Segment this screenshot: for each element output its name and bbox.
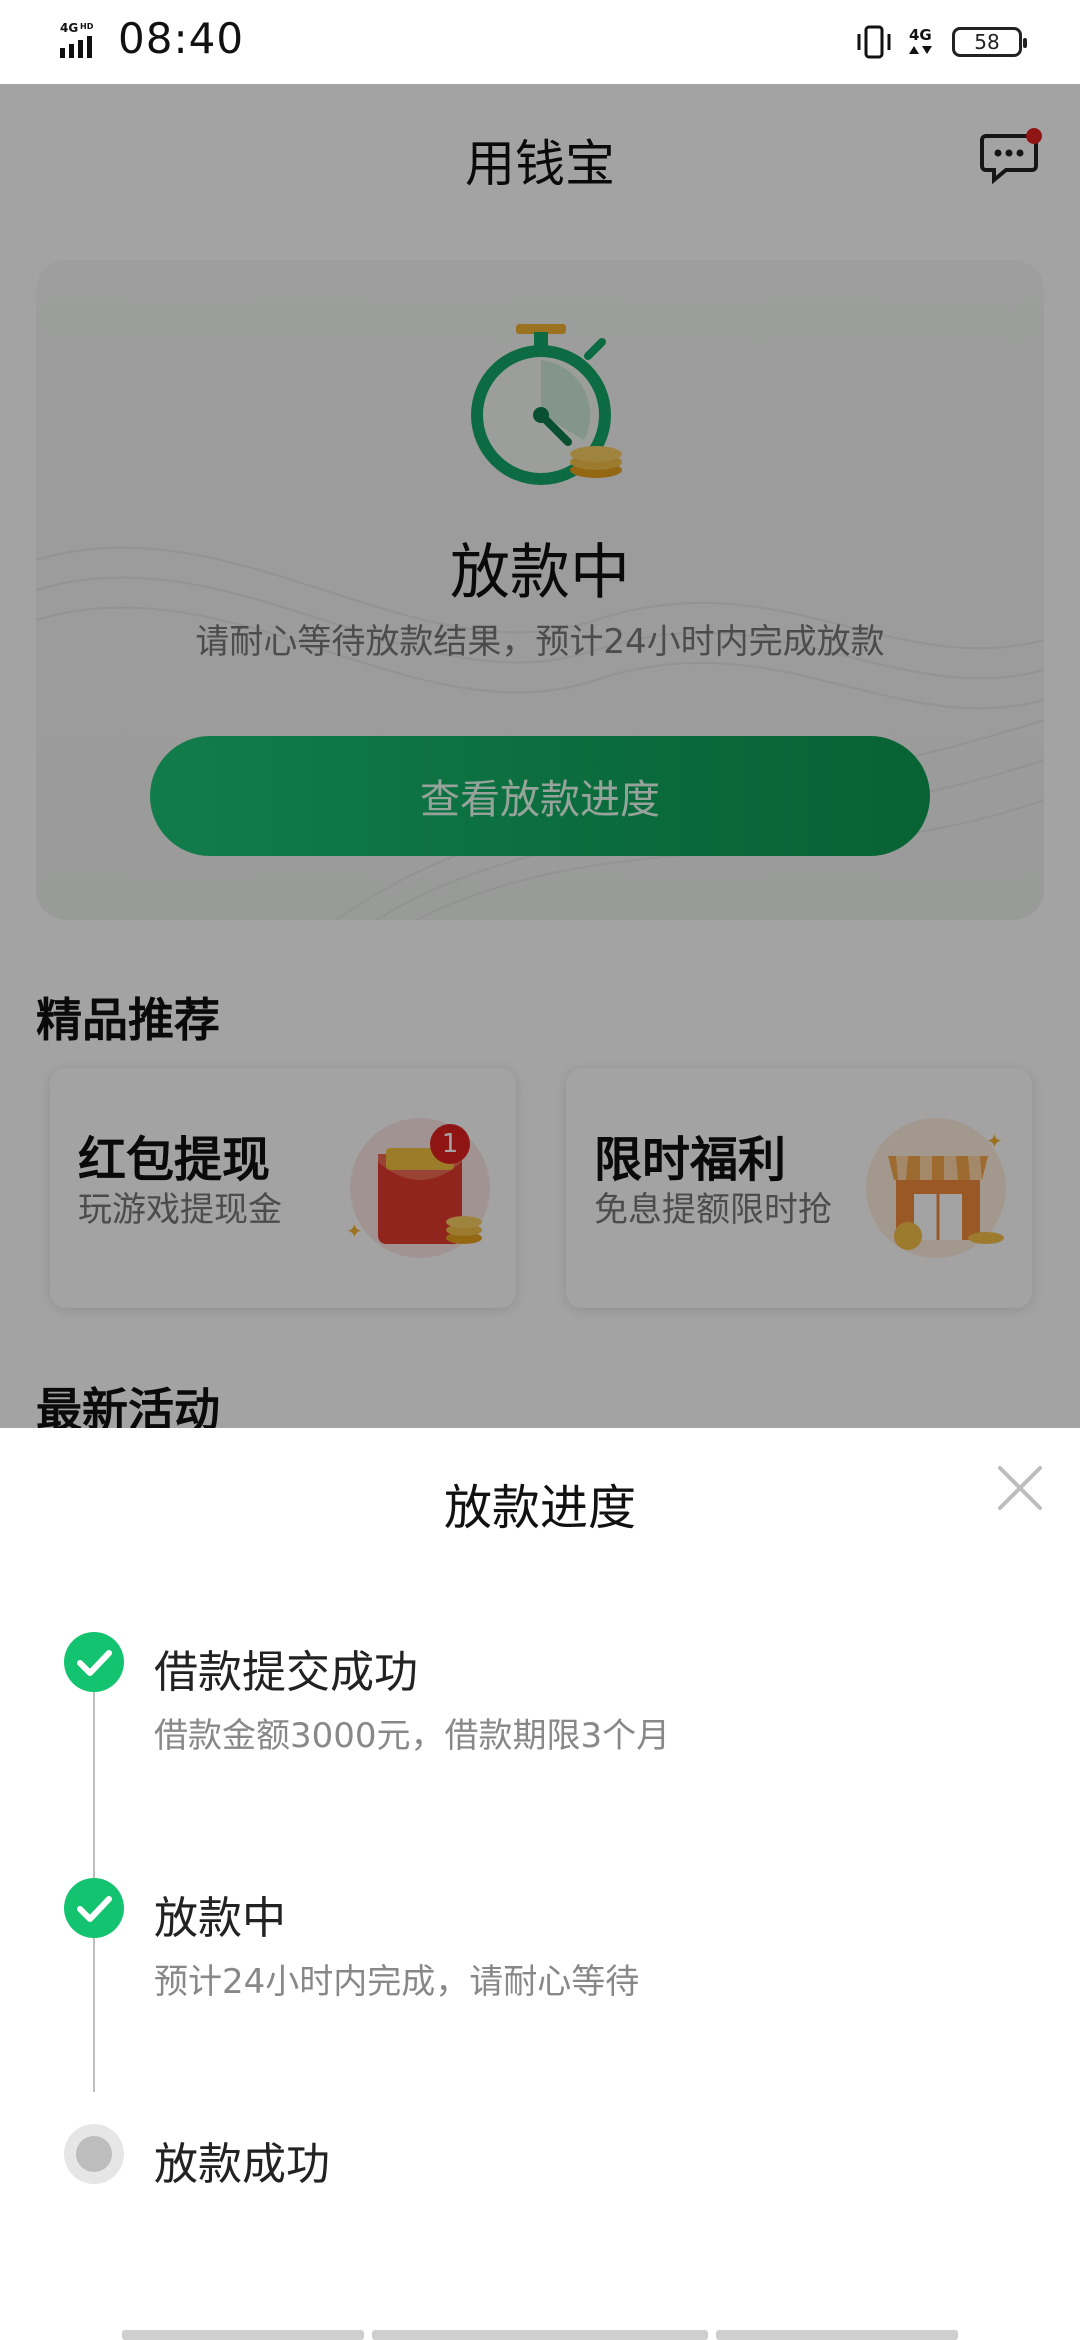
svg-text:HD: HD [80,22,94,31]
step-title: 放款成功 [154,2139,330,2190]
modal-backdrop[interactable] [0,84,1080,1428]
vibrate-icon [857,25,891,59]
battery-icon: 58 [952,27,1027,57]
step-description: 借款金额3000元，借款期限3个月 [154,1716,671,1756]
sheet-title: 放款进度 [443,1480,636,1536]
clock: 08:40 [118,14,245,63]
network-4g-icon: 4G [909,26,932,54]
bottom-bar-segment [372,2330,708,2340]
step-description: 预计24小时内完成，请耐心等待 [154,1962,640,2002]
check-icon [64,1878,124,1938]
status-right: 4G 58 [854,22,1027,62]
progress-sheet: 放款进度 借款提交成功 借款金额3000元，借款期限3个月 放款中 预计24小时… [0,1428,1080,2340]
timeline-line [93,1662,95,2092]
bottom-bar-segment [716,2330,958,2340]
close-icon[interactable] [990,1458,1050,1518]
svg-text:4G: 4G [60,21,78,35]
step-title: 借款提交成功 [154,1647,418,1698]
pending-dot-icon [64,2124,124,2184]
status-bar: 4G HD 08:40 4G 58 [0,0,1080,84]
step-title: 放款中 [154,1893,286,1944]
svg-text:4G: 4G [909,26,932,44]
signal-icon: 4G HD [60,21,94,58]
check-icon [64,1632,124,1692]
bottom-bar-segment [122,2330,364,2340]
